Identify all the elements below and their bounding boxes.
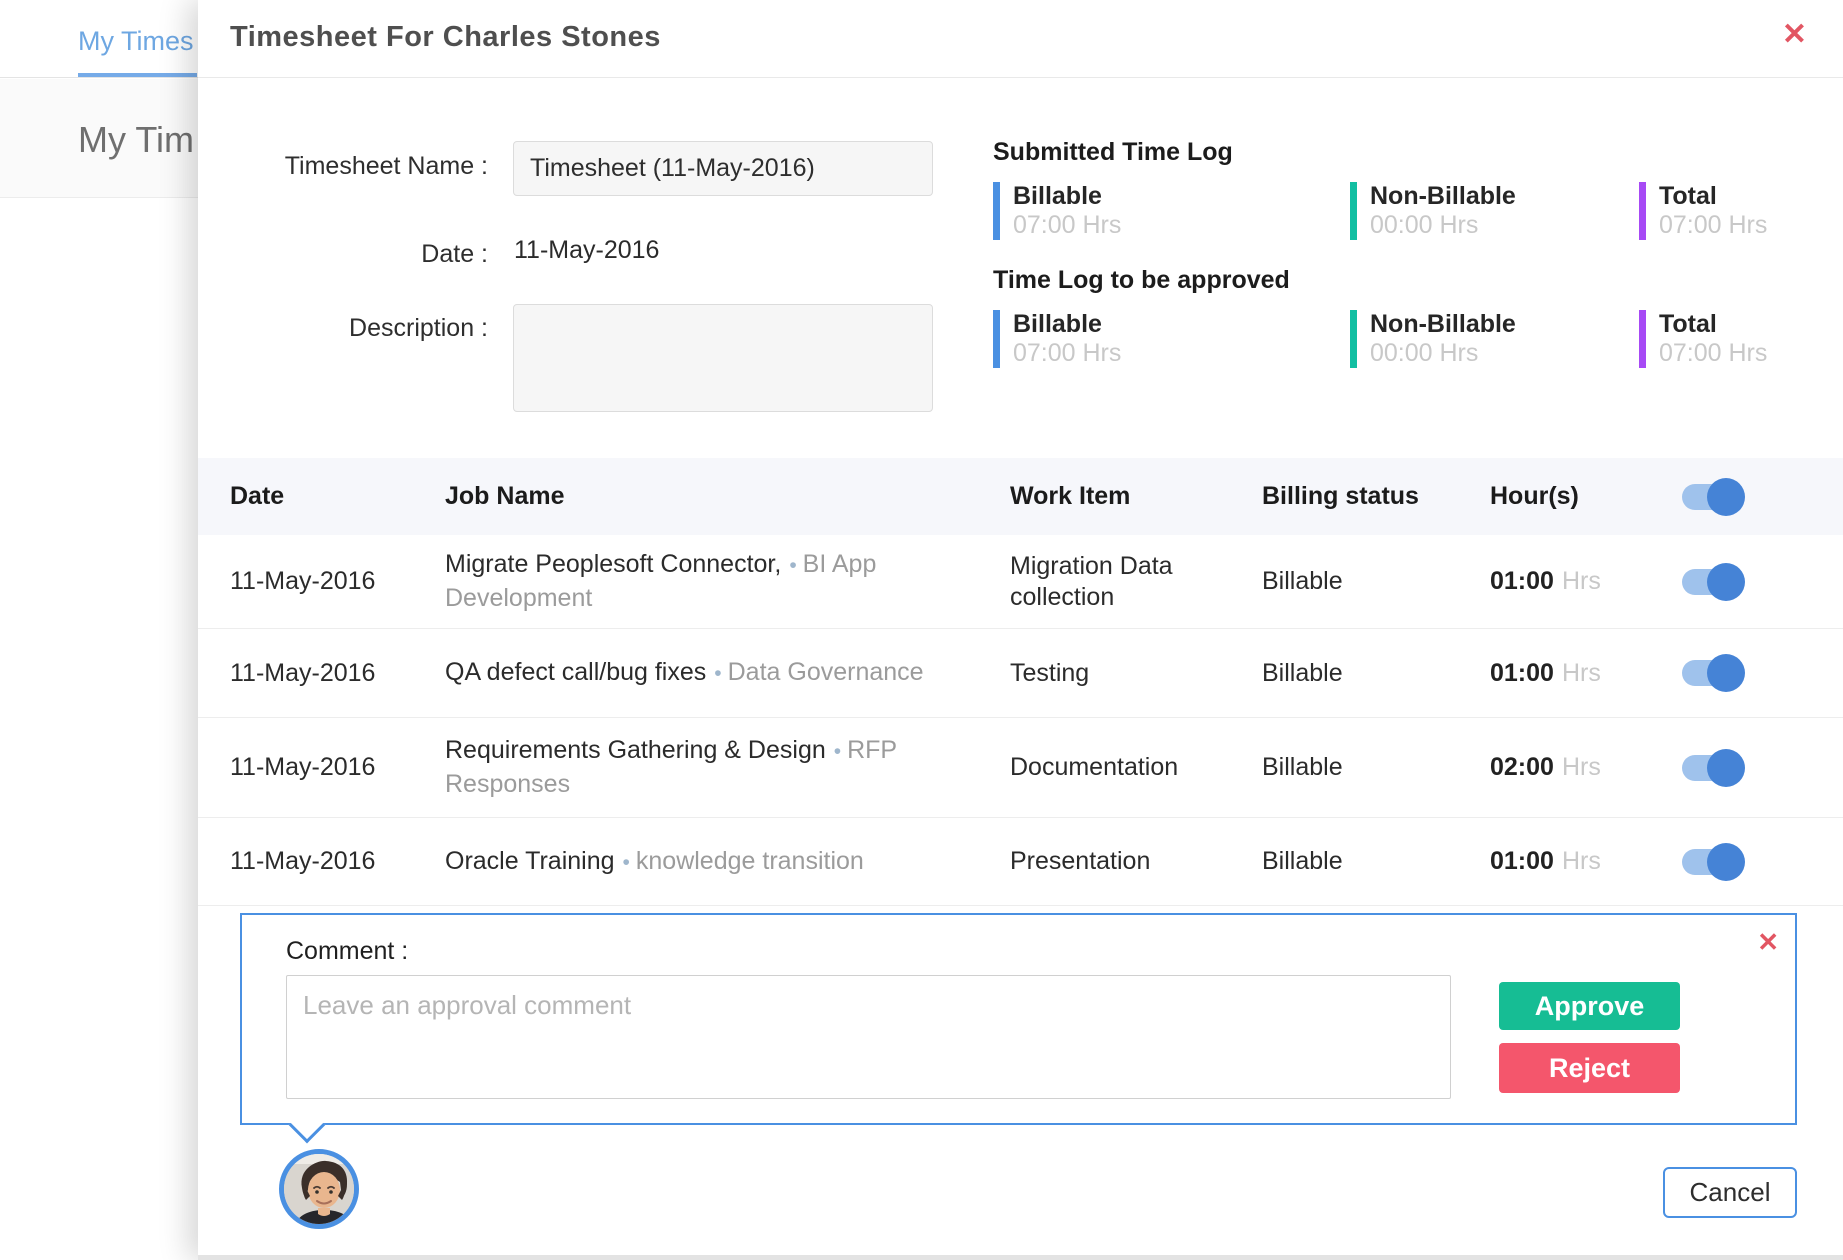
submitted-time-log-title: Submitted Time Log <box>993 138 1233 167</box>
non-billable-bar <box>1350 310 1357 368</box>
stat-value: 00:00 Hrs <box>1370 340 1516 367</box>
cell-job: Oracle Training•knowledge transition <box>445 845 1010 879</box>
stat-value: 07:00 Hrs <box>1013 340 1121 367</box>
stat-non-billable: Non-Billable 00:00 Hrs <box>1350 182 1516 240</box>
approve-button[interactable]: Approve <box>1499 982 1680 1030</box>
stat-non-billable: Non-Billable 00:00 Hrs <box>1350 310 1516 368</box>
billable-bar <box>993 182 1000 240</box>
cell-date: 11-May-2016 <box>230 753 445 782</box>
stat-total: Total 07:00 Hrs <box>1639 182 1767 240</box>
cell-billing-status: Billable <box>1262 659 1490 688</box>
stat-label: Non-Billable <box>1370 311 1516 338</box>
cell-billing-status: Billable <box>1262 753 1490 782</box>
total-bar <box>1639 310 1646 368</box>
toggle-knob-icon <box>1707 563 1745 601</box>
row-toggle[interactable] <box>1682 660 1744 686</box>
col-header-billing: Billing status <box>1262 482 1490 511</box>
close-icon[interactable]: ✕ <box>1782 20 1807 50</box>
timesheet-modal: Timesheet For Charles Stones ✕ Timesheet… <box>198 0 1843 1260</box>
timesheet-name-input[interactable] <box>513 141 933 196</box>
billable-bar <box>993 310 1000 368</box>
toggle-knob-icon <box>1707 654 1745 692</box>
comment-close-icon[interactable]: ✕ <box>1757 929 1779 955</box>
cell-date: 11-May-2016 <box>230 567 445 596</box>
stat-value: 00:00 Hrs <box>1370 212 1516 239</box>
date-value: 11-May-2016 <box>514 236 659 265</box>
cell-hours: 01:00Hrs <box>1490 567 1678 596</box>
toggle-knob-icon <box>1707 843 1745 881</box>
avatar[interactable] <box>279 1149 359 1229</box>
table-row: 11-May-2016 Oracle Training•knowledge tr… <box>198 818 1843 906</box>
stat-value: 07:00 Hrs <box>1659 340 1767 367</box>
stat-label: Total <box>1659 311 1767 338</box>
cell-hours: 01:00Hrs <box>1490 847 1678 876</box>
col-header-job: Job Name <box>445 482 1010 511</box>
tab-active-underline <box>78 73 197 77</box>
table-header-row: Date Job Name Work Item Billing status H… <box>198 458 1843 535</box>
comment-input[interactable] <box>286 975 1451 1099</box>
row-toggle[interactable] <box>1682 569 1744 595</box>
cell-hours: 01:00Hrs <box>1490 659 1678 688</box>
stat-value: 07:00 Hrs <box>1659 212 1767 239</box>
cancel-button[interactable]: Cancel <box>1663 1167 1797 1218</box>
cell-date: 11-May-2016 <box>230 847 445 876</box>
stat-label: Billable <box>1013 311 1121 338</box>
stat-value: 07:00 Hrs <box>1013 212 1121 239</box>
modal-header: Timesheet For Charles Stones ✕ <box>198 0 1843 78</box>
time-log-table: Date Job Name Work Item Billing status H… <box>198 458 1843 906</box>
table-row: 11-May-2016 QA defect call/bug fixes•Dat… <box>198 629 1843 718</box>
col-header-hours: Hour(s) <box>1490 482 1678 511</box>
table-row: 11-May-2016 Migrate Peoplesoft Connector… <box>198 535 1843 629</box>
toggle-knob-icon <box>1707 478 1745 516</box>
comment-label: Comment : <box>286 937 408 966</box>
description-input[interactable] <box>513 304 933 412</box>
description-label: Description : <box>228 314 488 343</box>
cell-billing-status: Billable <box>1262 847 1490 876</box>
modal-title: Timesheet For Charles Stones <box>230 21 661 54</box>
bullet-icon: • <box>615 851 636 874</box>
stat-label: Non-Billable <box>1370 183 1516 210</box>
modal-bottom-edge <box>198 1255 1843 1260</box>
date-label: Date : <box>228 240 488 269</box>
non-billable-bar <box>1350 182 1357 240</box>
stat-label: Total <box>1659 183 1767 210</box>
cell-date: 11-May-2016 <box>230 659 445 688</box>
col-header-work-item: Work Item <box>1010 482 1262 511</box>
total-bar <box>1639 182 1646 240</box>
cell-job: Migrate Peoplesoft Connector,•BI App Dev… <box>445 548 1010 615</box>
toggle-knob-icon <box>1707 749 1745 787</box>
select-all-toggle[interactable] <box>1682 484 1744 510</box>
screen: My Times My Tim Timesheet For Charles St… <box>0 0 1843 1260</box>
cell-billing-status: Billable <box>1262 567 1490 596</box>
approval-comment-panel: Comment : ✕ Approve Reject <box>240 913 1797 1125</box>
stat-total: Total 07:00 Hrs <box>1639 310 1767 368</box>
reject-button[interactable]: Reject <box>1499 1043 1680 1093</box>
avatar-photo <box>284 1154 359 1229</box>
cell-job: QA defect call/bug fixes•Data Governance <box>445 656 1010 690</box>
bullet-icon: • <box>826 740 847 763</box>
timesheet-name-label: Timesheet Name : <box>228 152 488 181</box>
bullet-icon: • <box>706 662 727 685</box>
time-log-approved-title: Time Log to be approved <box>993 266 1290 295</box>
page-title: My Tim <box>78 119 194 161</box>
cell-work-item: Testing <box>1010 658 1262 689</box>
stat-billable: Billable 07:00 Hrs <box>993 182 1121 240</box>
timesheet-form: Timesheet Name : Date : 11-May-2016 Desc… <box>198 78 1843 458</box>
cell-work-item: Documentation <box>1010 752 1262 783</box>
cell-hours: 02:00Hrs <box>1490 753 1678 782</box>
cell-job: Requirements Gathering & Design•RFP Resp… <box>445 734 1010 801</box>
col-header-date: Date <box>230 482 445 511</box>
stat-label: Billable <box>1013 183 1121 210</box>
tab-my-timesheet[interactable]: My Times <box>78 26 194 57</box>
bullet-icon: • <box>781 554 802 577</box>
row-toggle[interactable] <box>1682 755 1744 781</box>
panel-pointer-notch <box>289 1107 326 1144</box>
cell-work-item: Presentation <box>1010 846 1262 877</box>
cell-work-item: Migration Data collection <box>1010 551 1262 613</box>
row-toggle[interactable] <box>1682 849 1744 875</box>
stat-billable: Billable 07:00 Hrs <box>993 310 1121 368</box>
table-row: 11-May-2016 Requirements Gathering & Des… <box>198 718 1843 818</box>
